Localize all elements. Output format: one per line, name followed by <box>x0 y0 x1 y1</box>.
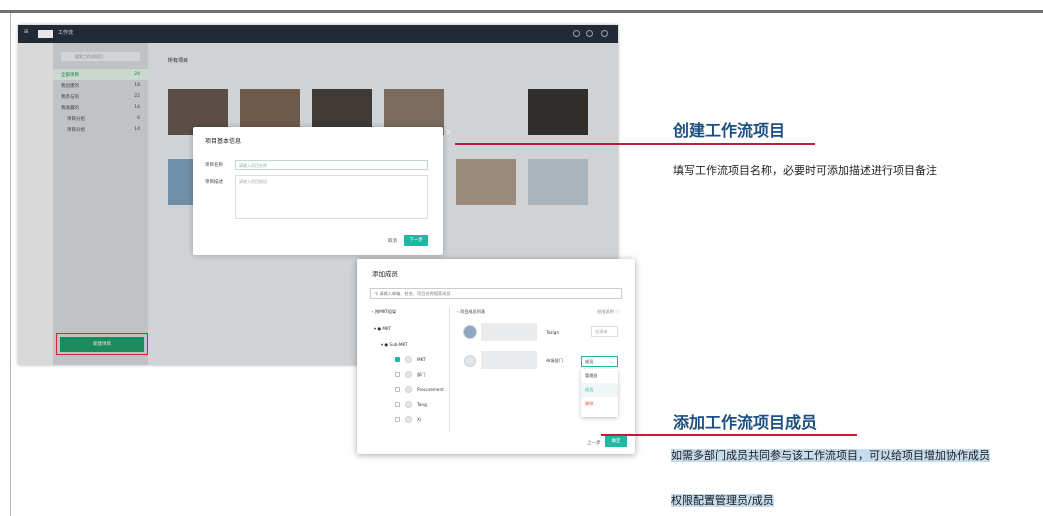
tree-node[interactable]: ▾ ● MKT <box>374 326 391 331</box>
close-icon[interactable]: ✕ <box>445 128 453 138</box>
create-description: 填写工作流项目名称，必要时可添加描述进行项目备注 <box>673 164 937 177</box>
add-members-modal: 添加成员 ⚲ 请输入邮箱、姓名、项目名称搜索成员 ‹ 按MKT组架 ‹ 项目成员… <box>357 259 635 454</box>
sidebar-item: 我参与的 22 <box>61 94 140 100</box>
role-dropdown: 管理员 成员 移除 <box>581 369 618 417</box>
sidebar-item: 全部项目 24 <box>53 69 148 80</box>
mail-icon <box>586 30 593 37</box>
user-avatar-icon <box>405 356 412 363</box>
document-page: ⊞ 工作流 搜索工作流项目 全部项目 24 我创建的 18 我参与的 22 我收藏的 1… <box>0 0 1043 516</box>
sidebar-item: 项目分组 14 <box>67 127 140 133</box>
top-rule <box>0 10 1043 13</box>
member-checkbox[interactable] <box>395 402 400 407</box>
tree-node: Procurement <box>417 387 444 392</box>
user-avatar-icon <box>405 401 412 408</box>
permission-help[interactable]: 权限说明 ⓘ <box>597 309 619 315</box>
new-project-button[interactable]: 新建项目 <box>60 337 144 352</box>
callout-line <box>601 434 857 436</box>
logo <box>38 30 53 38</box>
nav-tab-workspace: 工作流 <box>58 30 74 36</box>
member-avatar <box>463 325 477 339</box>
next-button[interactable]: 下一步 <box>404 235 428 246</box>
role-select[interactable]: 成员 ⌄ <box>581 356 618 367</box>
project-thumb <box>528 89 588 135</box>
callout-line <box>455 143 815 145</box>
add-members-heading: 添加工作流项目成员 <box>673 413 818 432</box>
member-dept: 市场部门 <box>546 358 563 363</box>
prev-button[interactable]: 上一步 <box>587 440 601 446</box>
user-avatar-icon <box>405 371 412 378</box>
sidebar-item: 我创建的 18 <box>61 83 140 89</box>
sidebar-item: 项目分组 6 <box>67 116 140 122</box>
member-checkbox[interactable] <box>395 357 400 362</box>
member-role-fixed: 创建者 <box>591 326 618 337</box>
member-list-header: ‹ 项目成员列表 <box>457 309 486 314</box>
desc-label: 项目描述 <box>205 180 223 185</box>
role-option-member[interactable]: 成员 <box>581 383 618 397</box>
project-thumb <box>528 159 588 205</box>
sidebar-search: 搜索工作流项目 <box>61 52 140 61</box>
member-checkbox[interactable] <box>395 372 400 377</box>
project-name-input[interactable]: 请输入项目名称 <box>235 160 428 170</box>
member-name-blurred <box>481 323 537 341</box>
modal-title: 添加成员 <box>372 270 398 278</box>
user-avatar-icon <box>405 416 412 423</box>
cancel-button[interactable]: 取消 <box>388 238 397 244</box>
user-avatar-icon <box>464 355 476 367</box>
tree-node: 部门 <box>417 372 426 377</box>
chevron-down-icon: ⌄ <box>610 359 614 364</box>
tree-node: MKT <box>417 357 426 362</box>
app-header: ⊞ 工作流 <box>18 25 618 43</box>
create-heading: 创建工作流项目 <box>673 121 786 140</box>
panel-divider <box>449 307 450 432</box>
main-title: 所有项目 <box>168 58 189 64</box>
tree-node: Tang <box>417 402 427 407</box>
project-info-modal: 项目基本信息 项目名称 请输入项目名称 项目描述 请输入项目描述 取消 下一步 <box>193 127 443 255</box>
confirm-button[interactable]: 确定 <box>605 436 627 447</box>
project-desc-input[interactable]: 请输入项目描述 <box>235 175 428 219</box>
grid-icon: ⊞ <box>24 29 29 35</box>
app-sidebar: 搜索工作流项目 全部项目 24 我创建的 18 我参与的 22 我收藏的 14 项目分组… <box>53 43 148 365</box>
member-checkbox[interactable] <box>395 387 400 392</box>
modal-title: 项目基本信息 <box>205 138 242 145</box>
member-search-input[interactable]: ⚲ 请输入邮箱、姓名、项目名称搜索成员 <box>370 288 622 299</box>
member-name-blurred <box>481 351 537 369</box>
role-option-remove[interactable]: 移除 <box>581 397 618 411</box>
left-margin-rule <box>10 13 11 516</box>
user-avatar-icon <box>405 386 412 393</box>
bell-icon <box>573 30 580 37</box>
name-label: 项目名称 <box>205 163 223 168</box>
member-checkbox[interactable] <box>395 417 400 422</box>
add-members-description: 如需多部门成员共同参与该工作流项目，可以给项目增加协作成员 <box>671 449 990 462</box>
org-back-link[interactable]: ‹ 按MKT组架 <box>372 309 396 315</box>
tree-node: Xi <box>417 417 422 422</box>
roles-description: 权限配置管理员/成员 <box>671 494 774 507</box>
sidebar-item: 我收藏的 14 <box>61 105 140 111</box>
role-option-admin[interactable]: 管理员 <box>581 369 618 383</box>
tree-node[interactable]: ▾ ● Sub-MKT <box>381 342 408 347</box>
info-icon: ⓘ <box>615 309 620 314</box>
member-dept: Tezign <box>546 330 560 335</box>
project-thumb <box>456 159 516 205</box>
avatar-icon <box>601 30 608 37</box>
